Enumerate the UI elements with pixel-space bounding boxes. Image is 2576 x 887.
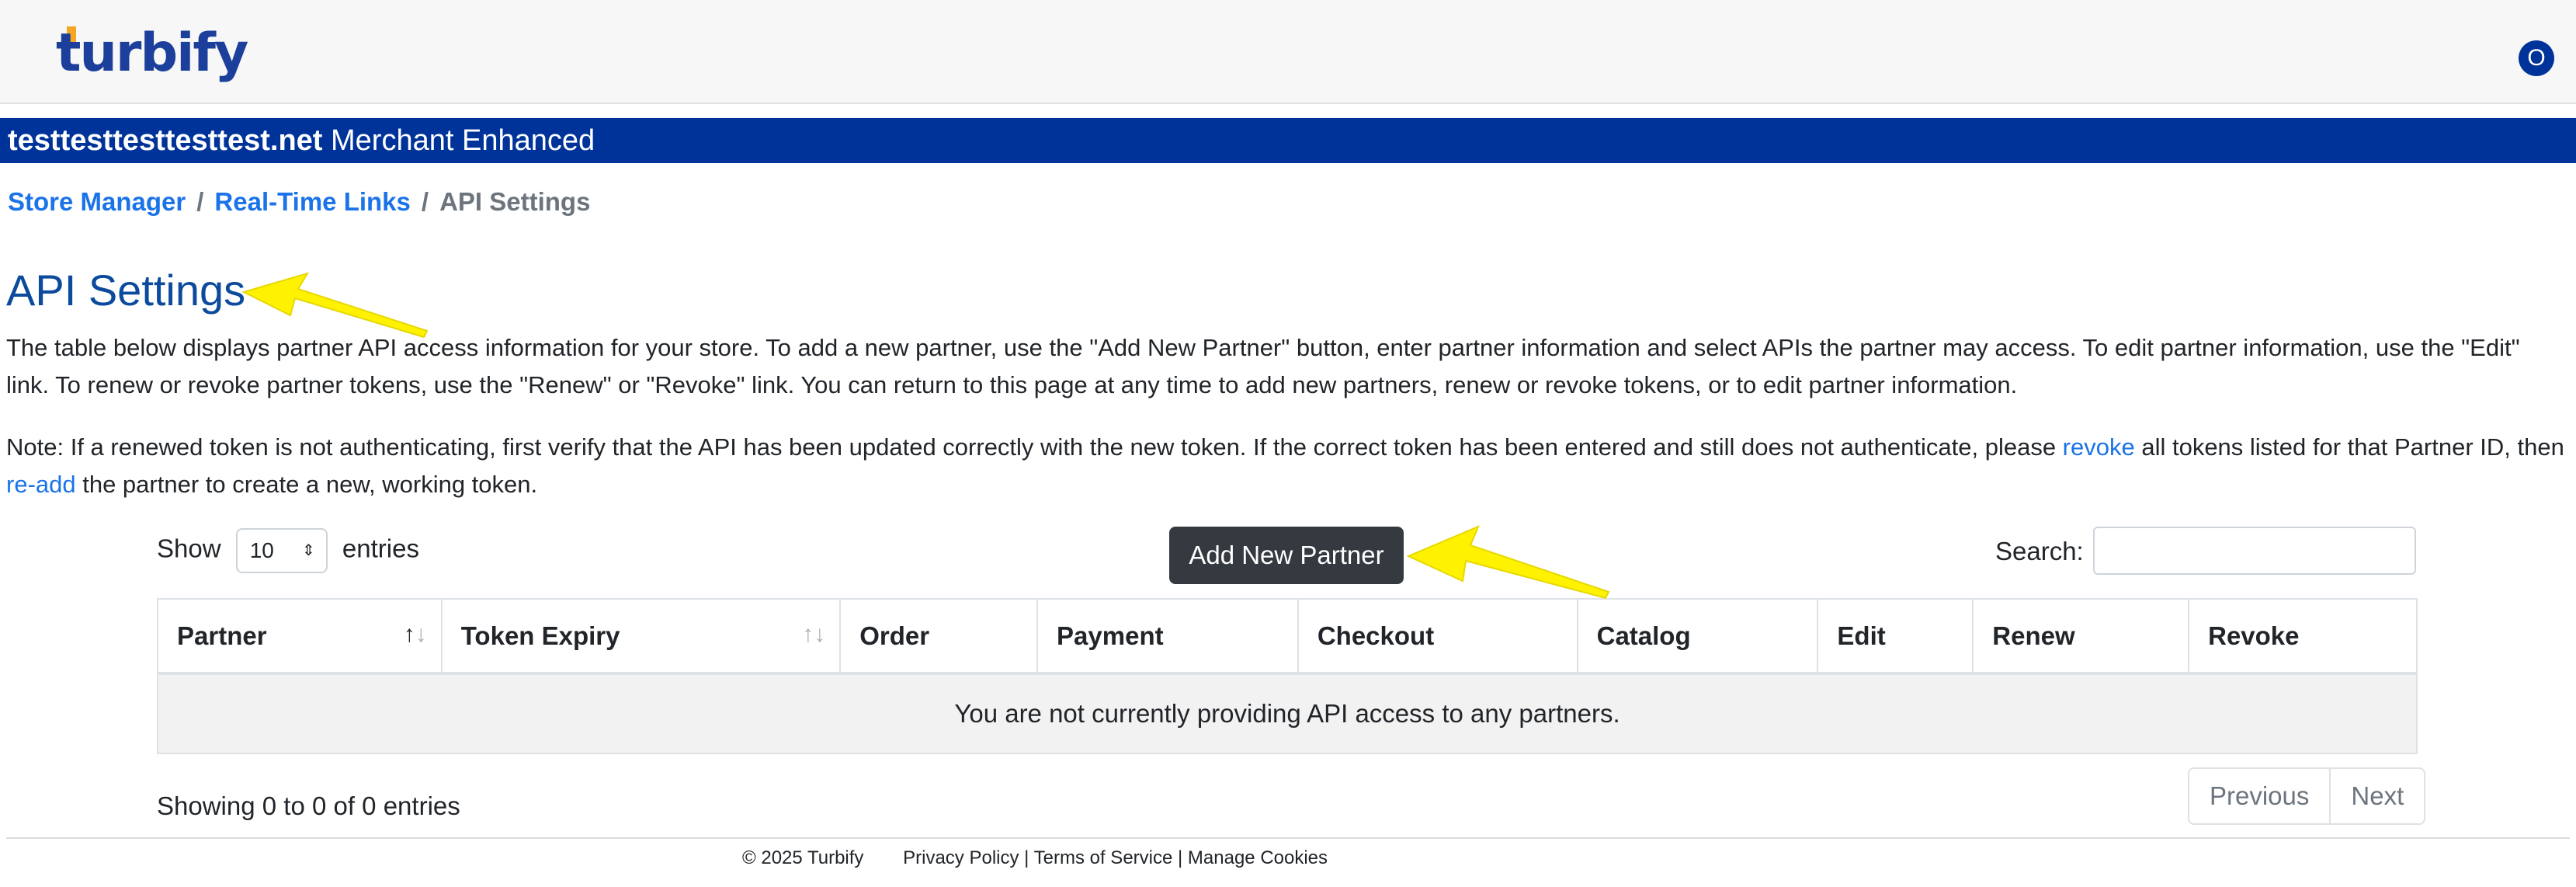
annotation-arrow-icon [241, 272, 429, 339]
search-label: Search: [1995, 537, 2084, 565]
re-add-link[interactable]: re-add [6, 471, 76, 498]
footer: © 2025 Turbify Privacy Policy | Terms of… [742, 847, 1328, 870]
column-header-partner[interactable]: Partner ↑↓ [157, 598, 443, 675]
page-size-control: Show 10 ⇕ entries [157, 528, 419, 573]
column-header-edit: Edit [1817, 598, 1974, 675]
privacy-policy-link[interactable]: Privacy Policy [903, 847, 1019, 868]
entries-label: entries [342, 534, 419, 563]
column-header-order: Order [839, 598, 1039, 675]
footer-link-divider: | [1178, 847, 1183, 868]
previous-page-button[interactable]: Previous [2189, 769, 2331, 823]
empty-table-message: You are not currently providing API acce… [157, 673, 2418, 754]
store-bar: testtesttesttesttest.net Merchant Enhanc… [0, 118, 2576, 163]
add-new-partner-button[interactable]: Add New Partner [1169, 527, 1404, 584]
top-navbar: turbify O [0, 0, 2576, 104]
intro-paragraph: The table below displays partner API acc… [6, 334, 2520, 398]
breadcrumb-separator: / [421, 187, 429, 216]
store-plan: Merchant Enhanced [331, 124, 595, 157]
column-header-revoke: Revoke [2188, 598, 2418, 675]
footer-copyright: © 2025 Turbify [742, 847, 864, 868]
annotation-arrow-icon [1406, 525, 1610, 600]
note-text: all tokens listed for that Partner ID, t… [2134, 433, 2564, 461]
column-header-token-expiry[interactable]: Token Expiry ↑↓ [440, 598, 842, 675]
note-text: Note: If a renewed token is not authenti… [6, 433, 2063, 461]
select-caret-icon: ⇕ [301, 542, 315, 559]
page-size-select[interactable]: 10 ⇕ [235, 528, 328, 573]
breadcrumb: Store Manager / Real-Time Links / API Settin… [8, 183, 590, 221]
column-label: Partner [177, 621, 267, 650]
breadcrumb-current-api-settings: API Settings [439, 187, 591, 216]
turbify-logo[interactable]: turbify [56, 19, 248, 89]
table-row: You are not currently providing API acce… [157, 673, 2418, 754]
table-info: Showing 0 to 0 of 0 entries [157, 791, 460, 820]
footer-link-divider: | [1024, 847, 1029, 868]
column-header-renew: Renew [1972, 598, 2190, 675]
column-label: Token Expiry [460, 621, 620, 650]
show-label: Show [157, 534, 221, 563]
breadcrumb-store-manager[interactable]: Store Manager [8, 187, 186, 216]
sort-ascending-icon: ↑↓ [403, 621, 427, 647]
next-page-button[interactable]: Next [2331, 769, 2424, 823]
sort-icon: ↑↓ [802, 621, 826, 647]
partners-table: Partner ↑↓ Token Expiry ↑↓ Order Payment… [157, 598, 2418, 754]
footer-divider [6, 837, 2570, 839]
note-text: the partner to create a new, working tok… [75, 471, 538, 498]
pagination: Previous Next [2188, 767, 2426, 825]
page-size-value: 10 [249, 538, 274, 562]
column-header-payment: Payment [1036, 598, 1299, 675]
terms-of-service-link[interactable]: Terms of Service [1034, 847, 1173, 868]
search-input[interactable] [2093, 527, 2416, 575]
page-title: API Settings [6, 266, 246, 315]
revoke-link[interactable]: revoke [2063, 433, 2135, 461]
column-header-catalog: Catalog [1576, 598, 1819, 675]
user-avatar[interactable]: O [2519, 40, 2554, 76]
logo-text: turbify [56, 23, 248, 84]
note-paragraph: Note: If a renewed token is not authenti… [6, 429, 2568, 503]
column-header-checkout: Checkout [1297, 598, 1578, 675]
breadcrumb-separator: / [196, 187, 204, 216]
manage-cookies-link[interactable]: Manage Cookies [1188, 847, 1328, 868]
breadcrumb-real-time-links[interactable]: Real-Time Links [214, 187, 410, 216]
store-domain: testtesttesttesttest.net [8, 124, 323, 157]
